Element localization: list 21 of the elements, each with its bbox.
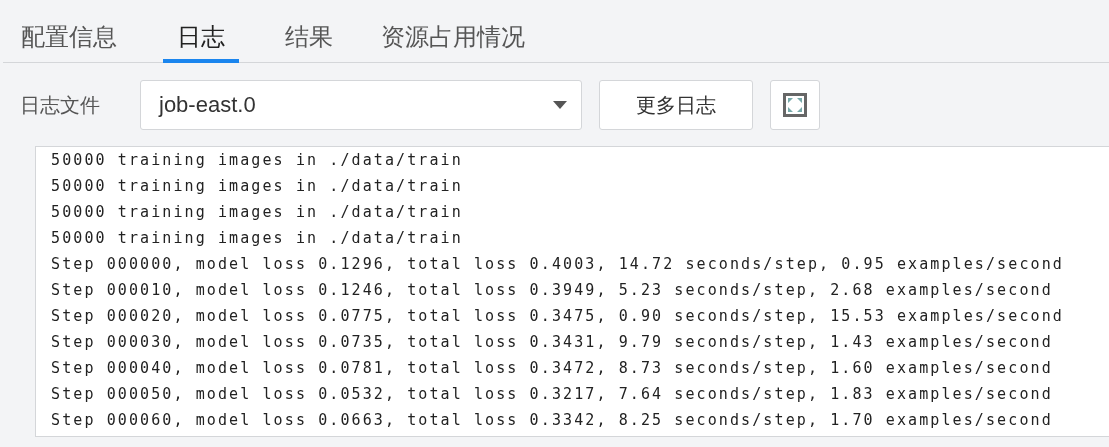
- caret-icon: [553, 100, 567, 109]
- log-line: Step 000050, model loss 0.0532, total loss 0.3217, 7.64 seconds/step, 1.83 examples/second: [51, 384, 1054, 405]
- tab[interactable]: 资源占用情况: [379, 0, 527, 63]
- log-line: 50000 training images in ./data/train: [51, 202, 464, 223]
- log-line: Step 000030, model loss 0.0735, total loss 0.3431, 9.79 seconds/step, 1.43 examples/second: [51, 332, 1054, 353]
- more-logs-button[interactable]: 更多日志: [599, 79, 753, 130]
- log-line: Step 000060, model loss 0.0663, total loss 0.3342, 8.25 seconds/step, 1.70 examples/second: [51, 410, 1054, 431]
- log-line: Step 000000, model loss 0.1296, total loss 0.4003, 14.72 seconds/step, 0.95 examples/second: [51, 254, 1065, 275]
- fullscreen-button[interactable]: [770, 79, 820, 130]
- log-line: Step 000040, model loss 0.0781, total loss 0.3472, 8.73 seconds/step, 1.60 examples/second: [51, 358, 1054, 379]
- log-line: 50000 training images in ./data/train: [51, 150, 464, 171]
- log-line: 50000 training images in ./data/train: [51, 176, 464, 197]
- tab[interactable]: 结果: [283, 0, 335, 63]
- log-file-label: 日志文件: [20, 92, 101, 118]
- tab[interactable]: 日志: [163, 0, 239, 63]
- log-line: 50000 training images in ./data/train: [51, 228, 464, 249]
- log-line: Step 000010, model loss 0.1246, total loss 0.3949, 5.23 seconds/step, 2.68 examples/second: [51, 280, 1054, 301]
- tab[interactable]: 配置信息: [19, 0, 119, 63]
- fullscreen-icon: [783, 92, 807, 117]
- log-file-select[interactable]: job-east.0: [140, 79, 582, 130]
- log-line: Step 000020, model loss 0.0775, total loss 0.3475, 0.90 seconds/step, 15.53 examples/second: [51, 306, 1065, 327]
